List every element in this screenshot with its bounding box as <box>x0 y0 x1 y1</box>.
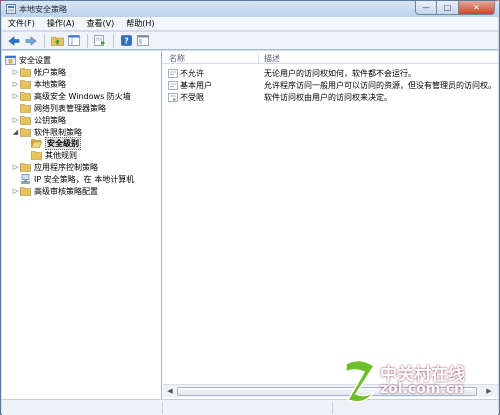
svg-text:?: ? <box>124 37 129 46</box>
export-list-icon <box>94 35 106 46</box>
window-controls: — □ ✕ <box>415 1 495 16</box>
up-folder-button[interactable] <box>49 33 65 49</box>
tree-item-additional-rules[interactable]: 其他规则 <box>31 149 77 161</box>
tree-item-label: 高级审核策略配置 <box>34 186 98 196</box>
column-header-name[interactable]: 名称 <box>169 53 185 64</box>
menu-file[interactable]: 文件(F) <box>8 18 35 29</box>
tree-item-network-list-manager[interactable]: 网络列表管理器策略 <box>20 102 106 114</box>
folder-icon <box>20 128 31 137</box>
expand-arrow-icon[interactable]: ▷ <box>11 92 20 101</box>
minimize-button[interactable]: — <box>415 1 437 15</box>
toolbar-separator <box>44 33 45 48</box>
tree-item-security-settings[interactable]: 安全设置 <box>5 54 51 66</box>
collapse-arrow-icon[interactable]: ◢ <box>11 128 20 137</box>
tree-item-advanced-audit[interactable]: ▷ 高级审核策略配置 <box>11 185 98 197</box>
column-divider[interactable] <box>258 52 259 63</box>
app-icon <box>6 4 16 14</box>
folder-icon <box>20 104 31 113</box>
menu-bar: 文件(F) 操作(A) 查看(V) 帮助(H) <box>2 17 498 31</box>
menu-action[interactable]: 操作(A) <box>47 18 75 29</box>
folder-icon <box>20 92 31 101</box>
zol-watermark: 中关村在线 zol.com.cn <box>342 356 492 412</box>
window-title: 本地安全策略 <box>19 5 67 14</box>
up-folder-icon <box>50 36 64 46</box>
show-hide-tree-button[interactable] <box>66 33 82 49</box>
tree-item-ip-security[interactable]: IP 安全策略，在 本地计算机 <box>20 173 134 185</box>
maximize-button[interactable]: □ <box>437 1 459 15</box>
forward-arrow-icon <box>25 35 37 46</box>
column-header-description[interactable]: 描述 <box>264 53 280 64</box>
tree-item-label: 帐户策略 <box>34 67 66 77</box>
security-settings-icon <box>5 55 16 65</box>
expand-arrow-icon[interactable]: ▷ <box>11 68 20 77</box>
tree-item-label: IP 安全策略，在 本地计算机 <box>34 174 135 184</box>
title-bar[interactable]: 本地安全策略 — □ ✕ <box>1 1 499 17</box>
expand-arrow-icon[interactable]: ▷ <box>11 80 20 89</box>
expand-arrow-icon[interactable]: ▷ <box>11 187 20 196</box>
tree-item-local-policies[interactable]: ▷ 本地策略 <box>11 78 66 90</box>
item-description: 无论用户的访问权如何，软件都不会运行。 <box>264 69 416 78</box>
open-folder-icon <box>31 139 42 148</box>
close-button[interactable]: ✕ <box>459 1 495 15</box>
forward-button[interactable] <box>23 33 39 49</box>
expand-arrow-icon[interactable]: ▷ <box>11 116 20 125</box>
folder-icon <box>20 80 31 89</box>
tree-item-security-levels[interactable]: 安全级别 <box>31 136 81 150</box>
security-level-icon <box>168 81 178 90</box>
watermark-text-secondary: zol.com.cn <box>380 381 464 397</box>
menu-view[interactable]: 查看(V) <box>87 18 115 29</box>
tree-item-label: 高级安全 Windows 防火墙 <box>34 91 131 101</box>
back-button[interactable] <box>6 33 22 49</box>
help-button[interactable]: ? <box>118 33 134 49</box>
list-item[interactable]: 不允许 无论用户的访问权如何，软件都不会运行。 <box>163 68 498 79</box>
item-description: 允许程序访问一般用户可以访问的资源，但没有管理员的访问权。 <box>264 81 496 90</box>
security-level-icon <box>168 69 178 78</box>
toolbar: ? <box>2 32 498 50</box>
scroll-left-icon[interactable]: ◀ <box>164 386 176 397</box>
back-arrow-icon <box>8 35 20 46</box>
toolbar-separator <box>113 33 114 48</box>
item-name: 不受限 <box>180 93 204 102</box>
folder-icon <box>20 116 31 125</box>
main-content: 安全设置 ▷ 帐户策略 ▷ 本地策略 ▷ 高级安全 Windows 防火墙 网络… <box>2 51 498 399</box>
help-icon: ? <box>120 35 132 46</box>
tree-item-label: 其他规则 <box>45 150 77 160</box>
export-list-button[interactable] <box>92 33 108 49</box>
tree-item-public-key-policies[interactable]: ▷ 公钥策略 <box>11 114 66 126</box>
local-security-policy-window: 本地安全策略 — □ ✕ 文件(F) 操作(A) 查看(V) 帮助(H) ? 安… <box>0 0 500 415</box>
tree-item-account-policies[interactable]: ▷ 帐户策略 <box>11 66 66 78</box>
tree-item-label: 网络列表管理器策略 <box>34 103 106 113</box>
properties-button[interactable] <box>135 33 151 49</box>
folder-icon <box>20 68 31 77</box>
ip-security-icon <box>21 174 30 184</box>
tree-item-application-control[interactable]: ▷ 应用程序控制策略 <box>11 161 98 173</box>
properties-icon <box>137 35 149 46</box>
folder-icon <box>20 163 31 172</box>
tree-item-label: 安全级别 <box>45 136 81 150</box>
list-header: 名称 描述 <box>163 51 498 64</box>
details-list: 名称 描述 不允许 无论用户的访问权如何，软件都不会运行。 基本用户 允许程序访… <box>163 51 498 399</box>
tree-item-label: 公钥策略 <box>34 115 66 125</box>
list-item[interactable]: 基本用户 允许程序访问一般用户可以访问的资源，但没有管理员的访问权。 <box>163 80 498 91</box>
item-name: 不允许 <box>180 69 204 78</box>
tree-item-label: 本地策略 <box>34 79 66 89</box>
list-item[interactable]: 不受限 软件访问权由用户的访问权来决定。 <box>163 92 498 103</box>
security-level-icon <box>168 93 178 102</box>
zol-logo-icon <box>345 359 376 403</box>
console-tree: 安全设置 ▷ 帐户策略 ▷ 本地策略 ▷ 高级安全 Windows 防火墙 网络… <box>2 51 162 399</box>
folder-icon <box>31 151 42 160</box>
toolbar-separator <box>87 33 88 48</box>
item-description: 软件访问权由用户的访问权来决定。 <box>264 93 392 102</box>
folder-icon <box>20 187 31 196</box>
tree-item-label: 应用程序控制策略 <box>34 162 98 172</box>
tree-item-windows-firewall[interactable]: ▷ 高级安全 Windows 防火墙 <box>11 90 131 102</box>
status-divider <box>162 402 163 414</box>
item-name: 基本用户 <box>180 81 212 90</box>
show-hide-tree-icon <box>68 35 80 46</box>
expand-arrow-icon[interactable]: ▷ <box>11 163 20 172</box>
status-divider <box>332 402 333 414</box>
menu-help[interactable]: 帮助(H) <box>126 18 154 29</box>
tree-item-label: 安全设置 <box>19 55 51 65</box>
